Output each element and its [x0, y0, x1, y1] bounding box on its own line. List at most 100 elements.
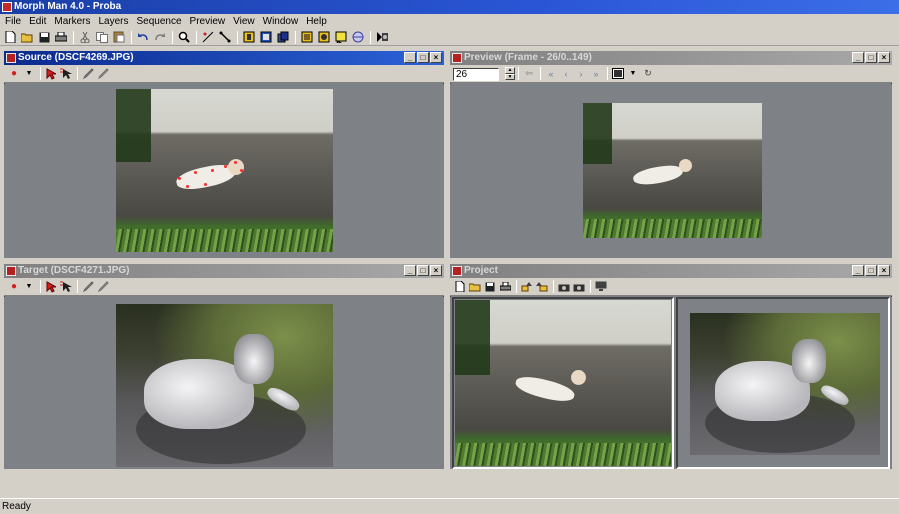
morph-point[interactable]	[224, 165, 227, 168]
project-target-image	[690, 313, 880, 455]
morph-point[interactable]	[186, 185, 189, 188]
copy-icon[interactable]	[94, 30, 110, 44]
image-shadow	[583, 103, 612, 164]
paste-icon[interactable]	[111, 30, 127, 44]
toolbar-separator	[516, 280, 517, 293]
frame-spinner[interactable]: ▲ ▼	[505, 67, 515, 80]
close-button[interactable]: ×	[430, 265, 442, 276]
undo-icon[interactable]	[135, 30, 151, 44]
menu-sequence[interactable]: Sequence	[134, 16, 187, 27]
redo-icon[interactable]	[152, 30, 168, 44]
morph-point[interactable]	[234, 161, 237, 164]
project-window-title-bar[interactable]: Project _ □ ×	[450, 264, 892, 278]
prev-frame-icon[interactable]: ‹	[559, 67, 573, 81]
layer5-icon[interactable]	[316, 30, 332, 44]
cut-icon[interactable]	[77, 30, 93, 44]
toolbar-separator	[172, 30, 173, 44]
render-icon[interactable]	[374, 30, 390, 44]
monitor-icon[interactable]	[594, 280, 608, 294]
preview-canvas[interactable]	[450, 84, 892, 258]
close-button[interactable]: ×	[878, 265, 890, 276]
save-icon[interactable]	[36, 30, 52, 44]
layer4-icon[interactable]	[299, 30, 315, 44]
target-window-title-bar[interactable]: Target (DSCF4271.JPG) _ □ ×	[4, 264, 444, 278]
minimize-button[interactable]: _	[404, 52, 416, 63]
target-image[interactable]	[116, 304, 333, 467]
add-point-icon[interactable]: ●	[7, 280, 21, 294]
project-target-pane[interactable]	[676, 297, 890, 469]
dropdown-arrow-icon[interactable]: ▼	[626, 67, 640, 81]
layer7-icon[interactable]	[350, 30, 366, 44]
source-window-title-bar[interactable]: Source (DSCF4269.JPG) _ □ ×	[4, 51, 444, 65]
target-window-title: Target (DSCF4271.JPG)	[18, 265, 130, 276]
refresh-icon[interactable]: ↻	[641, 67, 655, 81]
import-target-icon[interactable]	[535, 280, 549, 294]
target-canvas[interactable]	[4, 297, 444, 469]
save-icon[interactable]	[483, 280, 497, 294]
minimize-button[interactable]: _	[404, 265, 416, 276]
preview-window: Preview (Frame - 26/0..149) _ □ × ▲ ▼ ⇦ «…	[448, 49, 894, 260]
project-source-pane[interactable]	[452, 297, 674, 469]
menu-preview[interactable]: Preview	[187, 16, 231, 27]
layer2-icon[interactable]	[258, 30, 274, 44]
close-button[interactable]: ×	[878, 52, 890, 63]
last-frame-icon[interactable]: »	[589, 67, 603, 81]
maximize-button[interactable]: □	[865, 265, 877, 276]
layer3-icon[interactable]	[275, 30, 291, 44]
edit-lines-icon[interactable]	[200, 30, 216, 44]
preview-window-title-bar[interactable]: Preview (Frame - 26/0..149) _ □ ×	[450, 51, 892, 65]
maximize-button[interactable]: □	[417, 52, 429, 63]
frame-number-field[interactable]: 26	[453, 68, 499, 81]
menu-edit[interactable]: Edit	[26, 16, 51, 27]
dropdown-arrow-icon[interactable]: ▼	[22, 280, 36, 294]
menu-window[interactable]: Window	[260, 16, 304, 27]
new-icon[interactable]	[2, 30, 18, 44]
open-icon[interactable]	[19, 30, 35, 44]
morph-point[interactable]	[194, 171, 197, 174]
main-toolbar	[0, 29, 899, 46]
layer1-icon[interactable]	[241, 30, 257, 44]
link-icon[interactable]	[217, 30, 233, 44]
view-mode-icon[interactable]	[611, 67, 625, 81]
source-image[interactable]	[116, 89, 333, 252]
close-button[interactable]: ×	[430, 52, 442, 63]
layer6-icon[interactable]	[333, 30, 349, 44]
next-frame-icon[interactable]: ›	[574, 67, 588, 81]
morph-point[interactable]	[178, 177, 181, 180]
morph-point[interactable]	[240, 169, 243, 172]
multi-select-icon[interactable]	[59, 67, 73, 81]
pen-icon[interactable]	[81, 280, 95, 294]
minimize-button[interactable]: _	[852, 265, 864, 276]
menu-view[interactable]: View	[230, 16, 260, 27]
menu-layers[interactable]: Layers	[95, 16, 133, 27]
pencil-icon[interactable]	[96, 280, 110, 294]
open-icon[interactable]	[468, 280, 482, 294]
morph-point[interactable]	[211, 169, 214, 172]
pen-icon[interactable]	[81, 67, 95, 81]
back-frame-icon[interactable]: ⇦	[522, 67, 536, 81]
dropdown-arrow-icon[interactable]: ▼	[22, 67, 36, 81]
morph-point[interactable]	[204, 183, 207, 186]
pencil-icon[interactable]	[96, 67, 110, 81]
camera-source-icon[interactable]	[557, 280, 571, 294]
maximize-button[interactable]: □	[417, 265, 429, 276]
menu-markers[interactable]: Markers	[51, 16, 95, 27]
multi-select-icon[interactable]	[59, 280, 73, 294]
new-icon[interactable]	[453, 280, 467, 294]
menu-help[interactable]: Help	[303, 16, 332, 27]
cat-body	[631, 162, 685, 188]
menu-file[interactable]: File	[2, 16, 26, 27]
select-arrow-icon[interactable]	[44, 67, 58, 81]
minimize-button[interactable]: _	[852, 52, 864, 63]
print-icon[interactable]	[498, 280, 512, 294]
zoom-icon[interactable]	[176, 30, 192, 44]
import-source-icon[interactable]	[520, 280, 534, 294]
add-point-icon[interactable]: ●	[7, 67, 21, 81]
camera-target-icon[interactable]	[572, 280, 586, 294]
select-arrow-icon[interactable]	[44, 280, 58, 294]
maximize-button[interactable]: □	[865, 52, 877, 63]
spin-down[interactable]: ▼	[505, 73, 515, 80]
source-canvas[interactable]	[4, 84, 444, 258]
first-frame-icon[interactable]: «	[544, 67, 558, 81]
print-icon[interactable]	[53, 30, 69, 44]
